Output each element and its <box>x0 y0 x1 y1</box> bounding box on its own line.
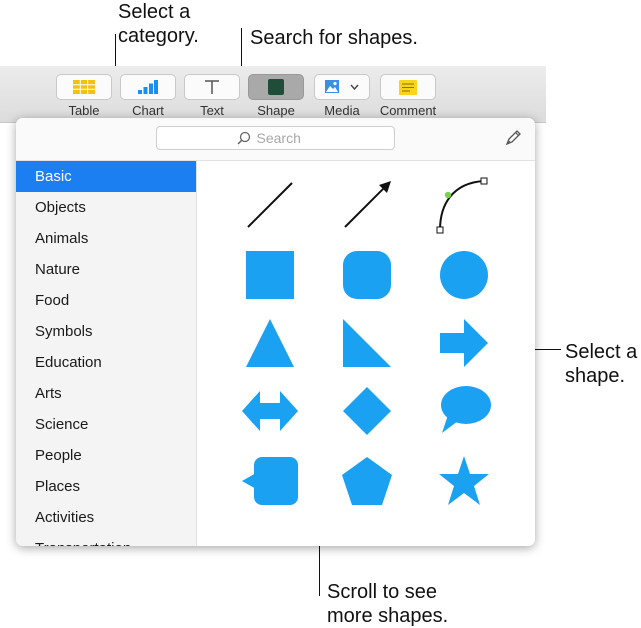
shape-right-triangle[interactable] <box>337 313 397 373</box>
chart-icon <box>138 80 158 94</box>
callout-scroll: Scroll to see more shapes. <box>327 581 449 627</box>
callout-select-shape: Select a shape. <box>565 341 638 387</box>
chart-button[interactable]: Chart <box>120 74 176 122</box>
category-item-activities[interactable]: Activities <box>16 502 196 533</box>
star-icon <box>439 456 489 505</box>
search-input[interactable] <box>256 130 315 146</box>
shape-grid[interactable] <box>197 161 535 546</box>
shape-diamond[interactable] <box>337 381 397 441</box>
shape-speech-bubble[interactable] <box>434 381 494 441</box>
arrow-line-icon <box>344 181 391 228</box>
search-field[interactable] <box>156 126 395 150</box>
media-button-label: Media <box>324 103 360 118</box>
category-item-food[interactable]: Food <box>16 285 196 316</box>
shape-picker-popover: Basic Objects Animals Nature Food Symbol… <box>16 118 535 546</box>
toolbar: Table Chart Text Shape Media Comment <box>0 66 546 123</box>
category-item-transportation[interactable]: Transportation <box>16 533 196 546</box>
category-list[interactable]: Basic Objects Animals Nature Food Symbol… <box>16 161 197 546</box>
rounded-square-icon <box>343 251 391 299</box>
shape-curve[interactable] <box>434 175 494 235</box>
media-button[interactable]: Media <box>314 74 370 122</box>
line-icon <box>247 182 293 228</box>
callout-search: Search for shapes. <box>250 27 418 49</box>
category-item-places[interactable]: Places <box>16 471 196 502</box>
shape-arrow-line[interactable] <box>337 175 397 235</box>
search-icon <box>236 131 250 145</box>
shape-icon <box>268 79 284 95</box>
triangle-icon <box>246 319 294 367</box>
category-item-objects[interactable]: Objects <box>16 192 196 223</box>
shape-button[interactable]: Shape <box>248 74 304 122</box>
popover-header <box>16 118 535 161</box>
chevron-down-icon <box>350 84 359 90</box>
shape-button-label: Shape <box>257 103 295 118</box>
square-icon <box>246 251 294 299</box>
circle-icon <box>440 251 488 299</box>
shape-pentagon[interactable] <box>337 451 397 511</box>
arrow-icon <box>440 319 488 367</box>
pen-icon[interactable] <box>505 128 523 146</box>
shape-line[interactable] <box>240 175 300 235</box>
right-triangle-icon <box>343 319 391 367</box>
curve-icon <box>436 177 488 234</box>
category-item-animals[interactable]: Animals <box>16 223 196 254</box>
shape-rounded-square[interactable] <box>337 245 397 305</box>
comment-icon <box>399 79 417 95</box>
shape-star[interactable] <box>434 451 494 511</box>
comment-button[interactable]: Comment <box>380 74 436 122</box>
category-item-nature[interactable]: Nature <box>16 254 196 285</box>
table-button[interactable]: Table <box>56 74 112 122</box>
table-icon <box>73 80 95 94</box>
category-item-arts[interactable]: Arts <box>16 378 196 409</box>
callout-square-icon <box>242 457 298 505</box>
callout-select-category: Select a category. <box>118 1 199 47</box>
category-item-education[interactable]: Education <box>16 347 196 378</box>
media-icon <box>325 80 339 93</box>
comment-button-label: Comment <box>379 103 437 118</box>
category-item-basic[interactable]: Basic <box>16 161 196 192</box>
shape-circle[interactable] <box>434 245 494 305</box>
category-item-people[interactable]: People <box>16 440 196 471</box>
text-button[interactable]: Text <box>184 74 240 122</box>
shape-triangle[interactable] <box>240 313 300 373</box>
diamond-icon <box>343 387 391 435</box>
shape-double-arrow[interactable] <box>240 381 300 441</box>
text-icon <box>205 80 219 94</box>
pentagon-icon <box>342 457 392 505</box>
shape-arrow[interactable] <box>434 313 494 373</box>
double-arrow-icon <box>242 391 298 431</box>
shape-callout-square[interactable] <box>240 451 300 511</box>
category-item-science[interactable]: Science <box>16 409 196 440</box>
category-item-symbols[interactable]: Symbols <box>16 316 196 347</box>
shape-square[interactable] <box>240 245 300 305</box>
speech-bubble-icon <box>441 386 491 433</box>
